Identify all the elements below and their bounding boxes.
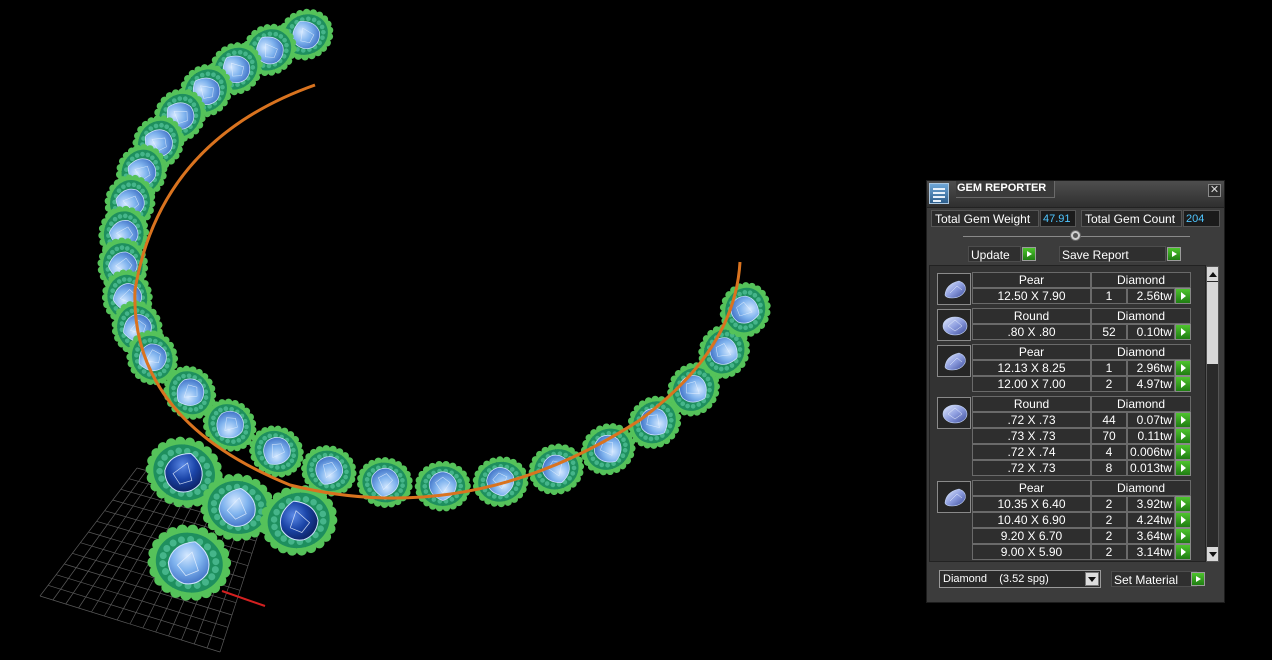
gem-weight-cell: 4.24tw [1127,512,1175,528]
gem-size-cell: 12.50 X 7.90 [972,288,1091,304]
grid-line [39,595,221,653]
save-report-button[interactable]: Save Report [1059,246,1166,262]
gem-stone-label: Diamond [1091,480,1191,496]
gem-count-cell: 2 [1091,528,1127,544]
gem-size-cell: 9.20 X 6.70 [972,528,1091,544]
gem-weight-cell: 3.14tw [1127,544,1175,560]
gem-shape-icon[interactable] [937,309,971,341]
close-icon[interactable]: ✕ [1208,184,1221,197]
material-select-value: Diamond (3.52 spg) [943,573,1049,585]
gem-stone-label: Diamond [1091,396,1191,412]
gem-stone-label: Diamond [1091,272,1191,288]
gem-shape-label: Pear [972,344,1091,360]
green-play-icon[interactable] [1175,288,1191,304]
green-play-icon[interactable] [1175,444,1191,460]
material-select[interactable]: Diamond (3.52 spg) [939,570,1101,588]
gem-count-cell: 2 [1091,544,1127,560]
green-play-icon[interactable] [1175,324,1191,340]
gem-stone-label: Diamond [1091,308,1191,324]
gem-weight-cell: 0.11tw [1127,428,1175,444]
green-play-icon[interactable] [1175,360,1191,376]
green-play-icon[interactable] [1175,512,1191,528]
necklace-model[interactable] [96,0,777,610]
gem-weight-cell: 0.10tw [1127,324,1175,340]
gem-stone-label: Diamond [1091,344,1191,360]
gem-count-cell: 1 [1091,360,1127,376]
pear-gem [414,461,471,512]
gem-count-cell: 2 [1091,496,1127,512]
gem-shape-icon[interactable] [937,481,971,513]
gem-count-cell: 70 [1091,428,1127,444]
slider-handle[interactable] [1070,230,1081,241]
green-play-icon[interactable] [1175,460,1191,476]
gem-weight-cell: 3.64tw [1127,528,1175,544]
gem-shape-icon[interactable] [937,273,971,305]
gem-count-cell: 2 [1091,512,1127,528]
title-bar[interactable]: GEM REPORTER ✕ [927,181,1224,208]
pear-gem [528,443,585,496]
gem-size-cell: .73 X .73 [972,428,1091,444]
gem-size-cell: 12.13 X 8.25 [972,360,1091,376]
gem-list[interactable]: Pear Diamond 12.50 X 7.90 1 2.56tw Round Diamo… [929,265,1206,562]
gem-size-cell: 9.00 X 5.90 [972,544,1091,560]
gem-weight-cell: 3.92tw [1127,496,1175,512]
gem-shape-label: Pear [972,480,1091,496]
gem-size-cell: 12.00 X 7.00 [972,376,1091,392]
scroll-up-icon[interactable] [1207,267,1218,281]
gem-list-scrollbar[interactable] [1206,266,1219,562]
gem-size-cell: .72 X .73 [972,460,1091,476]
gem-count-cell: 52 [1091,324,1127,340]
green-play-icon[interactable] [1175,376,1191,392]
pear-gem [357,457,413,508]
gem-weight-cell: 2.56tw [1127,288,1175,304]
scroll-down-icon[interactable] [1207,547,1218,561]
total-gem-count-value: 204 [1183,210,1220,227]
gem-shape-label: Pear [972,272,1091,288]
gem-size-cell: 10.40 X 6.90 [972,512,1091,528]
set-material-button[interactable]: Set Material [1111,571,1197,587]
gem-reporter-panel: GEM REPORTER ✕ Total Gem Weight 47.91 To… [926,180,1225,603]
gem-weight-cell: 2.96tw [1127,360,1175,376]
update-button[interactable]: Update [968,246,1021,262]
gem-reporter-app-icon [929,183,949,204]
save-report-play-icon[interactable] [1167,247,1181,261]
gem-weight-cell: 0.013tw [1127,460,1175,476]
gem-size-cell: 10.35 X 6.40 [972,496,1091,512]
gem-shape-label: Round [972,396,1091,412]
gem-size-cell: .72 X .74 [972,444,1091,460]
green-play-icon[interactable] [1175,496,1191,512]
gem-shape-icon[interactable] [937,397,971,429]
gem-weight-cell: 4.97tw [1127,376,1175,392]
gem-count-cell: 1 [1091,288,1127,304]
green-play-icon[interactable] [1175,544,1191,560]
total-gem-count-label: Total Gem Count [1081,210,1182,227]
gem-size-cell: .80 X .80 [972,324,1091,340]
gem-weight-cell: 0.006tw [1127,444,1175,460]
total-gem-weight-value: 47.91 [1040,210,1076,227]
gem-count-cell: 2 [1091,376,1127,392]
gem-shape-icon[interactable] [937,345,971,377]
gem-count-cell: 4 [1091,444,1127,460]
gem-count-cell: 44 [1091,412,1127,428]
green-play-icon[interactable] [1175,528,1191,544]
panel-title: GEM REPORTER [956,181,1055,198]
axis-x-red [221,590,266,607]
gem-weight-cell: 0.07tw [1127,412,1175,428]
gem-shape-label: Round [972,308,1091,324]
gem-size-cell: .72 X .73 [972,412,1091,428]
update-play-icon[interactable] [1022,247,1036,261]
gem-count-cell: 8 [1091,460,1127,476]
scroll-thumb[interactable] [1207,282,1218,364]
pear-gem [472,456,529,508]
chevron-down-icon[interactable] [1085,572,1099,586]
set-material-play-icon[interactable] [1191,572,1205,586]
green-play-icon[interactable] [1175,428,1191,444]
total-gem-weight-label: Total Gem Weight [931,210,1039,227]
green-play-icon[interactable] [1175,412,1191,428]
